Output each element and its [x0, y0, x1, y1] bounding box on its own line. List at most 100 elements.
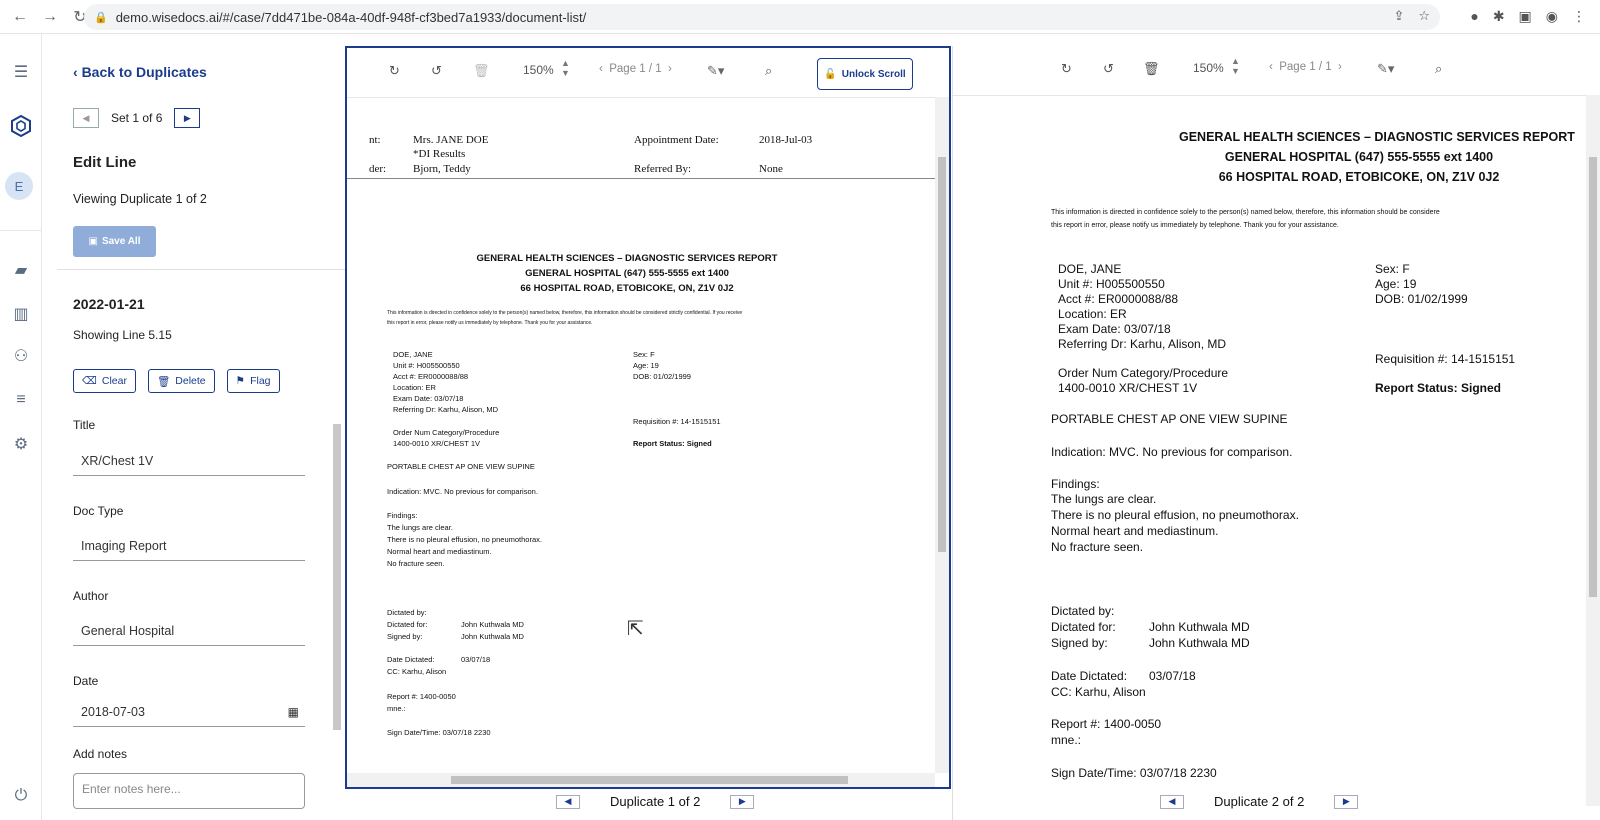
report-document: GENERAL HEALTH SCIENCES – DIAGNOSTIC SER… — [953, 96, 1586, 806]
prev-duplicate-button[interactable]: ◀ — [556, 794, 580, 809]
cc: CC: Karhu, Alison — [1051, 685, 1146, 699]
panel-scrollbar[interactable] — [333, 424, 341, 730]
set-label: Set 1 of 6 — [111, 111, 163, 125]
backspace-icon: ⌫ — [82, 375, 97, 387]
next-duplicate-button[interactable]: ▶ — [730, 794, 755, 809]
report-title-3: 66 HOSPITAL ROAD, ETOBICOKE, ON, Z1V 0J2 — [520, 283, 734, 294]
edit-line-heading: Edit Line — [73, 154, 137, 171]
referring-doctor: Referring Dr: Karhu, Alison, MD — [393, 405, 499, 414]
scroll-thumb[interactable] — [938, 157, 946, 552]
trash-icon[interactable]: 🗑 — [473, 63, 490, 79]
notes-label: Add notes — [73, 747, 128, 761]
search-icon[interactable]: ⌕ — [1435, 61, 1442, 77]
search-icon[interactable]: ⌕ — [765, 63, 772, 79]
confidentiality-line-1: This information is directed in confiden… — [387, 310, 743, 316]
viewer-2-vertical-scrollbar[interactable] — [1586, 95, 1600, 806]
zoom-stepper-icon[interactable]: ▲ ▼ — [561, 58, 570, 78]
date-field[interactable]: 2018-07-03 ▦ — [73, 697, 305, 727]
confidentiality-line-1: This information is directed in confiden… — [1051, 209, 1440, 216]
annotate-pen-icon[interactable]: ✎▾ — [707, 63, 724, 79]
users-icon[interactable]: ⚇ — [9, 344, 33, 368]
forward-arrow-icon[interactable]: → — [40, 8, 60, 26]
unit-number: Unit #: H005500550 — [393, 361, 460, 370]
document-page-2: GENERAL HEALTH SCIENCES – DIAGNOSTIC SER… — [953, 95, 1586, 806]
zoom-level: 150% — [1193, 61, 1224, 75]
scroll-thumb[interactable] — [1589, 157, 1597, 597]
trash-icon[interactable]: 🗑 — [1143, 61, 1160, 77]
report-title-1: GENERAL HEALTH SCIENCES – DIAGNOSTIC SER… — [476, 253, 778, 264]
share-icon[interactable]: ⇪ — [1393, 8, 1404, 24]
prev-set-button[interactable]: ◀ — [73, 108, 99, 128]
header-value-2: 2018-Jul-03 — [759, 134, 813, 146]
date-dictated-label: Date Dictated: — [1051, 669, 1128, 683]
confidentiality-line-2: this report in error, please notify us i… — [1051, 222, 1339, 229]
calendar-icon[interactable]: ▦ — [288, 705, 299, 719]
duplicate-1-viewer: ↻ ↺ 🗑 150% ▲ ▼ ‹ Page 1 / 1 › ✎▾ ⌕ 🔓 Unlo… — [345, 46, 951, 789]
viewer-1-vertical-scrollbar[interactable] — [935, 97, 949, 773]
save-all-button[interactable]: ▣ Save All — [73, 226, 156, 257]
zoom-stepper-icon[interactable]: ▲ ▼ — [1231, 56, 1240, 76]
findings-heading: Findings: — [1051, 477, 1100, 491]
back-arrow-icon[interactable]: ← — [10, 8, 30, 26]
side-panel-icon[interactable]: ▣ — [1519, 8, 1532, 25]
profile-icon[interactable]: ◉ — [1546, 8, 1558, 25]
unlock-scroll-button[interactable]: 🔓 Unlock Scroll — [817, 58, 913, 90]
finding-3: Normal heart and mediastinum. — [1051, 524, 1219, 538]
rotate-left-icon[interactable]: ↺ — [1103, 61, 1114, 77]
duplicate-2-pager: ◀ Duplicate 2 of 2 ▶ — [1160, 794, 1359, 809]
patient-name: DOE, JANE — [1058, 262, 1122, 276]
briefcase-icon[interactable]: ▰ — [9, 258, 33, 282]
wisedocs-logo-icon[interactable] — [9, 114, 33, 138]
finding-2: There is no pleural effusion, no pneumot… — [1051, 508, 1299, 522]
address-bar[interactable]: 🔒 demo.wisedocs.ai/#/case/7dd471be-084a-… — [84, 4, 1440, 30]
finding-2: There is no pleural effusion, no pneumot… — [387, 535, 542, 544]
rotate-right-icon[interactable]: ↻ — [389, 63, 400, 79]
save-disk-icon: ▣ — [88, 236, 98, 247]
patient-name: DOE, JANE — [393, 350, 433, 359]
dictated-by-label: Dictated by: — [1051, 604, 1115, 618]
title-field[interactable]: XR/Chest 1V — [73, 446, 305, 476]
title-label: Title — [73, 418, 96, 432]
unit-number: Unit #: H005500550 — [1058, 277, 1165, 291]
clear-button[interactable]: ⌫ Clear — [73, 369, 136, 393]
dictated-by-label: Dictated by: — [387, 608, 427, 617]
flag-icon: ⚑ — [235, 375, 246, 387]
prev-duplicate-button[interactable]: ◀ — [1160, 794, 1184, 809]
flag-button[interactable]: ⚑ Flag — [226, 369, 280, 393]
delete-button[interactable]: 🗑 Delete — [147, 369, 215, 393]
zoom-level: 150% — [523, 63, 554, 77]
edit-line-panel: ‹ Back to Duplicates ◀ Set 1 of 6 ▶ Edit… — [57, 44, 345, 820]
doc-type-field[interactable]: Imaging Report — [73, 531, 305, 561]
date-dictated-label: Date Dictated: — [387, 655, 435, 664]
extensions-puzzle-icon[interactable]: ✱ — [1493, 8, 1505, 25]
back-to-duplicates-link[interactable]: ‹ Back to Duplicates — [73, 64, 207, 80]
header-field-1: nt: — [369, 134, 381, 146]
power-icon[interactable]: ⏻ — [9, 784, 33, 808]
extension-cookie-icon[interactable]: ● — [1470, 8, 1478, 25]
rotate-left-icon[interactable]: ↺ — [431, 63, 442, 79]
author-field[interactable]: General Hospital — [73, 616, 305, 646]
next-set-button[interactable]: ▶ — [174, 108, 201, 128]
viewer-1-horizontal-scrollbar[interactable] — [347, 773, 935, 787]
notes-input[interactable]: Enter notes here... — [73, 773, 305, 809]
bar-chart-icon[interactable]: ▥ — [9, 302, 33, 326]
hamburger-menu-icon[interactable]: ☰ — [9, 60, 33, 84]
duplicate-1-label: Duplicate 1 of 2 — [610, 794, 701, 809]
scroll-thumb[interactable] — [451, 776, 848, 784]
menu-dots-icon[interactable]: ⋮ — [1572, 8, 1586, 25]
signed-by-value: John Kuthwala MD — [1149, 636, 1250, 650]
sliders-icon[interactable]: ≡ — [9, 388, 33, 412]
bookmark-star-icon[interactable]: ☆ — [1418, 8, 1430, 24]
rotate-right-icon[interactable]: ↻ — [1061, 61, 1072, 77]
sign-date: Sign Date/Time: 03/07/18 2230 — [1051, 766, 1217, 780]
findings-heading: Findings: — [387, 511, 418, 520]
annotate-pen-icon[interactable]: ✎▾ — [1377, 61, 1394, 77]
user-avatar[interactable]: E — [5, 172, 33, 200]
trash-icon: 🗑 — [156, 375, 171, 388]
order-header: Order Num Category/Procedure — [1058, 366, 1229, 380]
order-row: 1400-0010 XR/CHEST 1V — [1058, 381, 1198, 395]
header-value-1: Mrs. JANE DOE — [413, 134, 489, 146]
mouse-cursor-icon: ⇱ — [627, 618, 644, 640]
next-duplicate-button[interactable]: ▶ — [1334, 794, 1359, 809]
settings-gears-icon[interactable]: ⚙ — [9, 432, 33, 456]
